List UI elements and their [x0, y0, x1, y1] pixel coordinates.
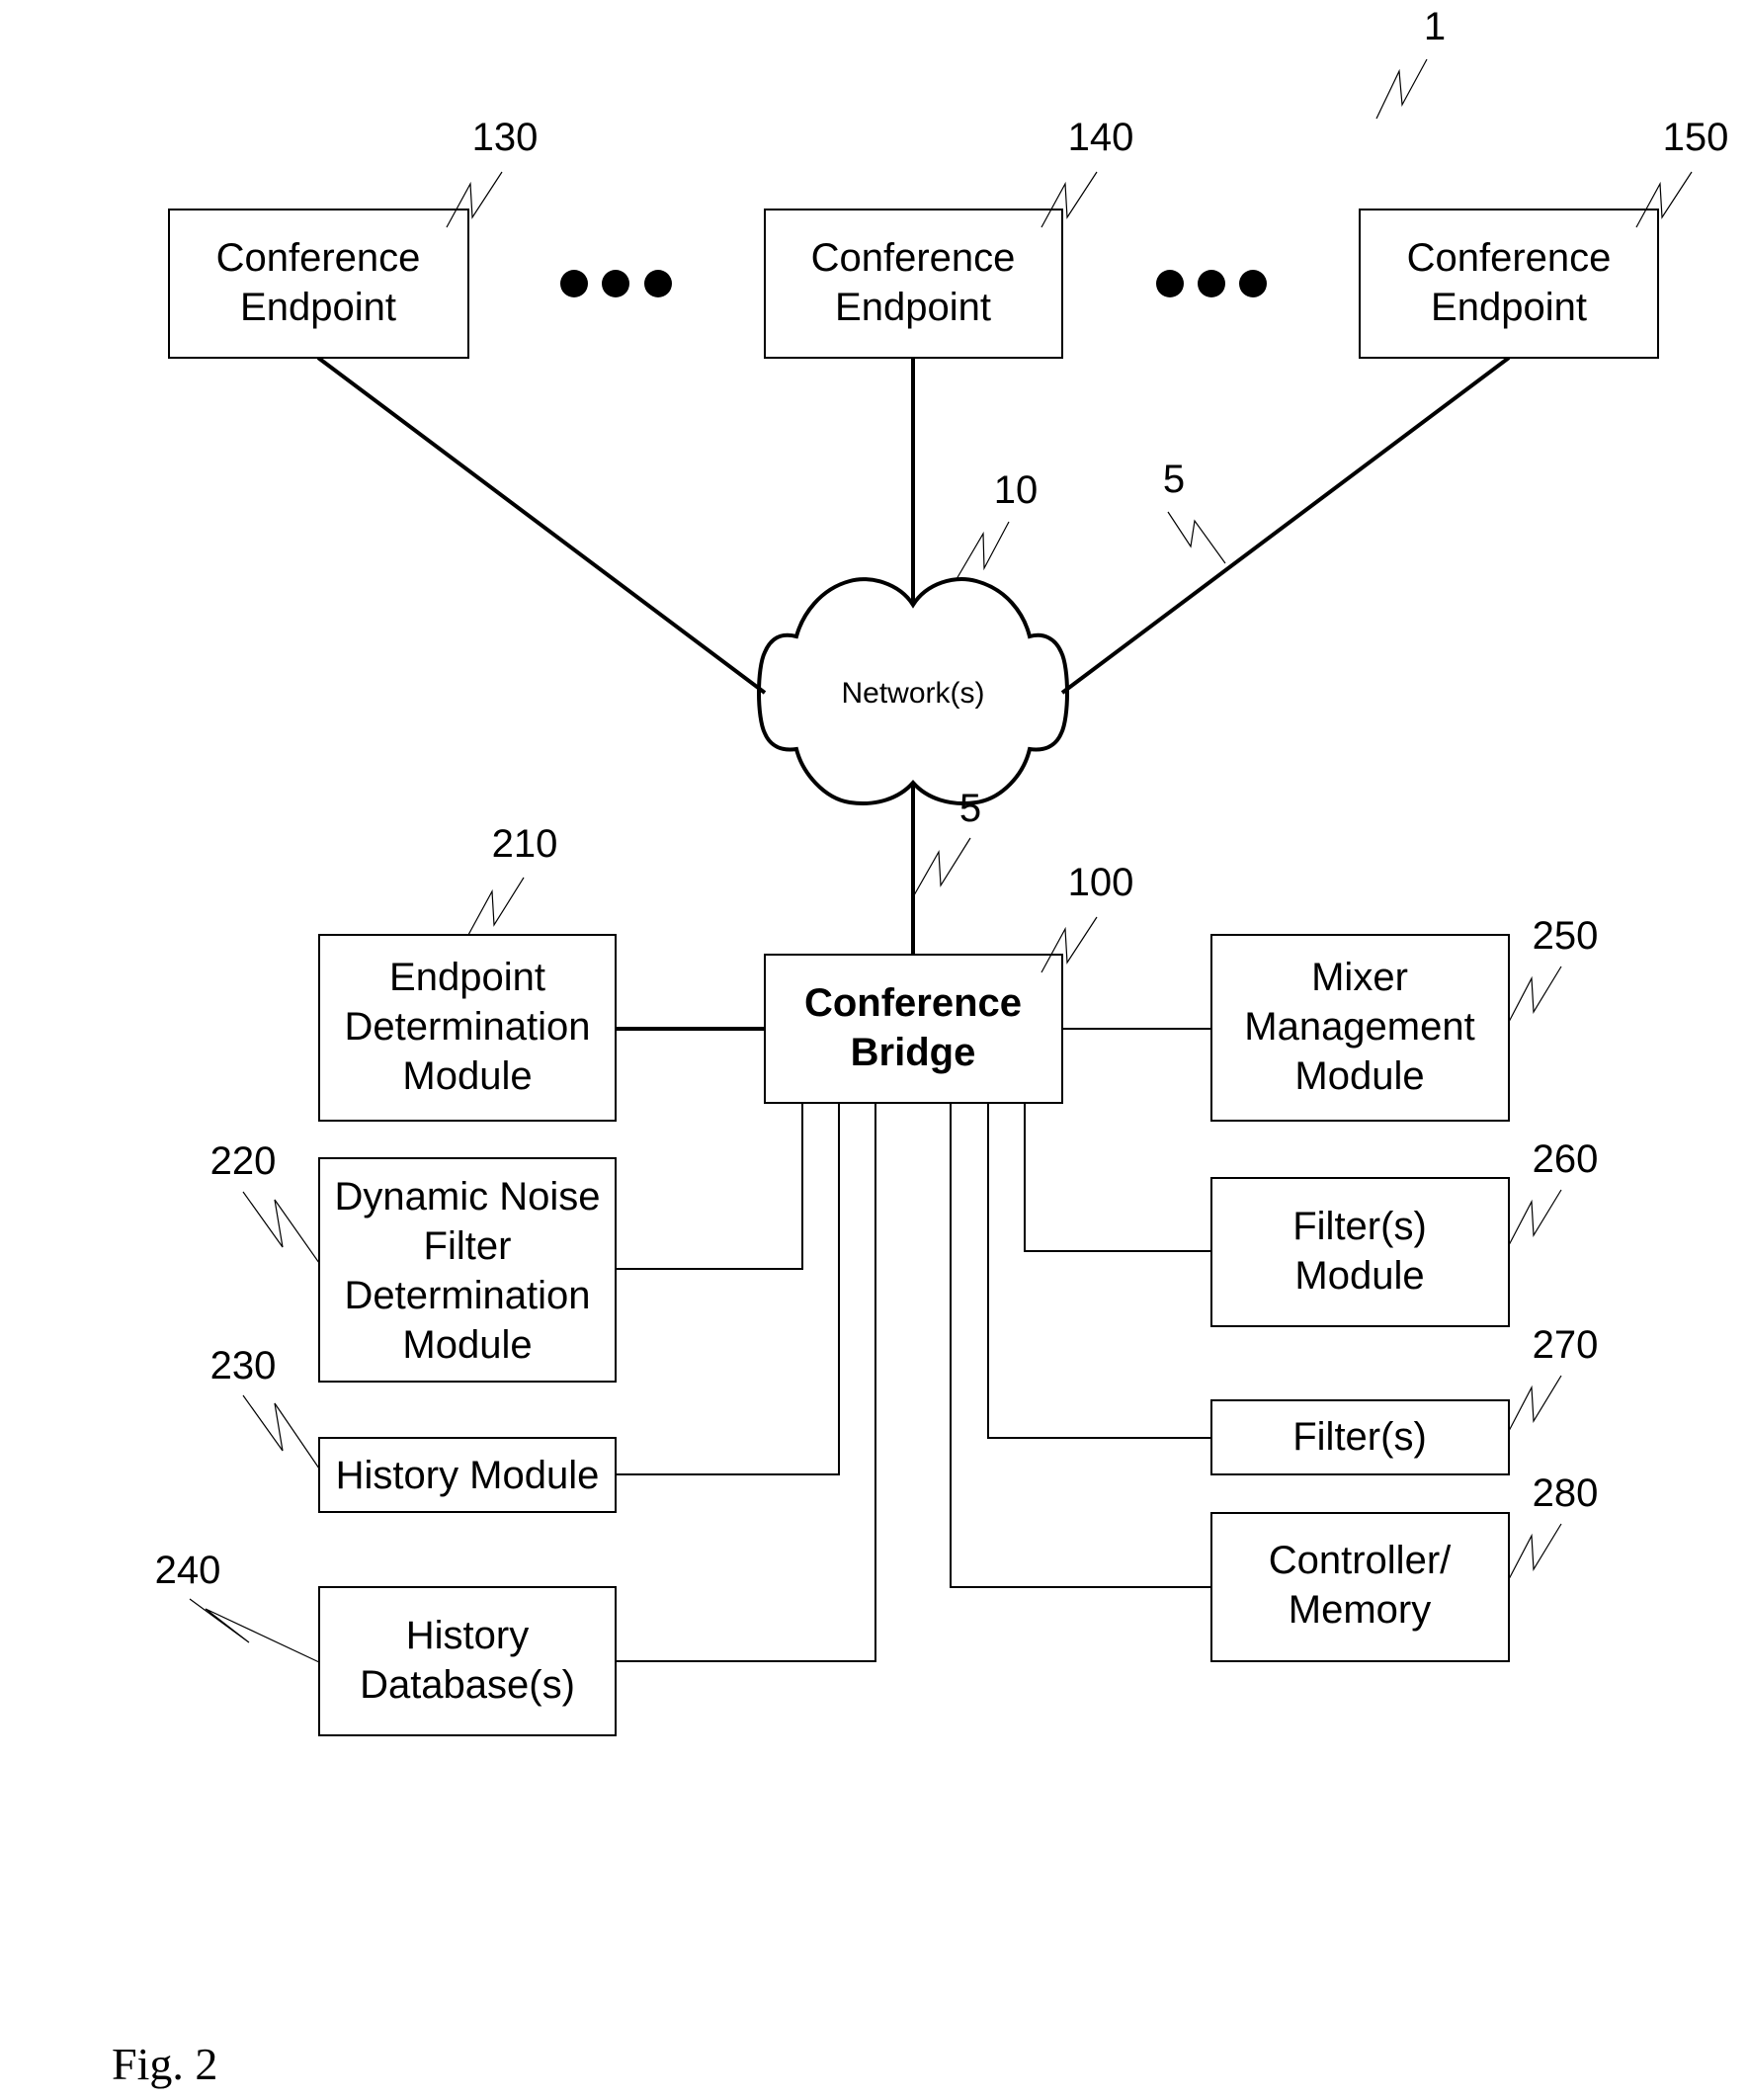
ref-label: 250	[1533, 914, 1599, 958]
link-bridge-dynamic-noise	[616, 1103, 803, 1270]
ref-label: 130	[472, 116, 539, 159]
module-label-line: Module	[402, 1323, 532, 1367]
filters-module: Filter(s) Module 260	[1210, 1137, 1599, 1327]
network-label: Network(s)	[841, 677, 984, 710]
dot	[644, 270, 672, 297]
endpoint-label-line2: Endpoint	[835, 286, 991, 329]
leader-line	[242, 1394, 320, 1470]
ref-label: 230	[210, 1344, 277, 1387]
leader-line	[1508, 1189, 1562, 1246]
conference-bridge: Conference Bridge 100	[764, 861, 1134, 1104]
conference-endpoint-150: Conference Endpoint 150	[1359, 116, 1729, 359]
dot	[602, 270, 629, 297]
conference-endpoint-140: Conference Endpoint 140	[764, 116, 1134, 359]
bridge-box	[764, 954, 1063, 1104]
leader-system	[1375, 58, 1428, 120]
module-label-line: Controller/	[1269, 1539, 1452, 1582]
ref-label: 220	[210, 1139, 277, 1183]
ref-network: 10	[994, 468, 1039, 512]
module-label-line: Management	[1244, 1005, 1474, 1049]
link-bridge-history-database	[616, 1103, 876, 1662]
ref-label: 270	[1533, 1323, 1599, 1367]
ref-label: 240	[155, 1549, 221, 1592]
endpoint-label-line1: Conference	[216, 236, 421, 280]
endpoint-determination-module: Endpoint Determination Module 210	[318, 822, 617, 1122]
leader-line	[189, 1598, 320, 1663]
ellipsis-dots-right	[1156, 270, 1267, 297]
filters: Filter(s) 270	[1210, 1323, 1599, 1475]
ref-label: 140	[1068, 116, 1134, 159]
leader-link-upper	[1167, 511, 1226, 564]
ref-link-lower: 5	[959, 787, 981, 830]
endpoint-label-line1: Conference	[811, 236, 1016, 280]
module-label-line: Module	[1294, 1254, 1424, 1298]
mixer-management-module: Mixer Management Module 250	[1210, 914, 1599, 1122]
module-label-line: Determination	[344, 1274, 590, 1317]
module-label-line: Module	[402, 1054, 532, 1098]
module-label-line: Endpoint	[389, 956, 545, 999]
ref-link-upper: 5	[1163, 458, 1185, 501]
module-label-line: Module	[1294, 1054, 1424, 1098]
bridge-label-line2: Bridge	[851, 1031, 976, 1074]
dot	[560, 270, 588, 297]
ref-label: 260	[1533, 1137, 1599, 1181]
endpoint-box	[168, 209, 469, 359]
ref-label: 280	[1533, 1471, 1599, 1515]
endpoint-box	[1359, 209, 1659, 359]
endpoint-label-line2: Endpoint	[240, 286, 396, 329]
diagram-canvas: 1 Conference Endpoint 130 Conference End…	[112, 5, 1729, 2089]
module-label-line: Filter(s)	[1292, 1205, 1427, 1248]
link-endpoint-130-network	[316, 356, 767, 695]
conference-endpoint-130: Conference Endpoint 130	[168, 116, 539, 359]
leader-line	[467, 877, 525, 936]
link-bridge-filters-module	[1024, 1103, 1211, 1252]
module-box	[1210, 1177, 1510, 1327]
link-bridge-filters	[987, 1103, 1211, 1439]
ref-bridge: 100	[1068, 861, 1134, 904]
ellipsis-dots-left	[560, 270, 672, 297]
history-database: History Database(s) 240	[155, 1549, 617, 1736]
leader-line	[1508, 1523, 1562, 1580]
bridge-label-line1: Conference	[804, 981, 1022, 1025]
module-label-line: Memory	[1289, 1588, 1431, 1632]
ref-label: 210	[492, 822, 558, 866]
module-label-line: Filter	[424, 1224, 512, 1268]
dot	[1239, 270, 1267, 297]
link-endpoint-150-network	[1060, 356, 1511, 695]
leader-line	[242, 1191, 320, 1264]
link-bridge-controller-memory	[950, 1103, 1211, 1588]
endpoint-box	[764, 209, 1063, 359]
figure-caption: Fig. 2	[112, 2039, 217, 2089]
link-bridge-history-module	[616, 1103, 840, 1475]
network-cloud: Network(s) 10 5 5	[757, 458, 1226, 896]
controller-memory: Controller/ Memory 280	[1210, 1471, 1599, 1662]
module-label-line: History	[406, 1614, 529, 1657]
module-box	[318, 1586, 617, 1736]
dot	[1156, 270, 1184, 297]
leader-line	[1508, 1375, 1562, 1432]
leader-line	[1508, 966, 1562, 1023]
module-box	[1210, 1512, 1510, 1662]
module-label-line: Database(s)	[360, 1663, 575, 1707]
leader-network	[956, 521, 1010, 580]
module-label-line: Mixer	[1311, 956, 1408, 999]
endpoint-label-line2: Endpoint	[1431, 286, 1587, 329]
endpoint-label-line1: Conference	[1407, 236, 1612, 280]
leader-link-lower	[913, 837, 971, 896]
module-label-line: Filter(s)	[1292, 1415, 1427, 1459]
dot	[1198, 270, 1225, 297]
ref-label: 150	[1663, 116, 1729, 159]
ref-system: 1	[1424, 5, 1446, 48]
module-label-line: Dynamic Noise	[335, 1175, 601, 1218]
module-label-line: History Module	[336, 1454, 600, 1497]
module-label-line: Determination	[344, 1005, 590, 1049]
